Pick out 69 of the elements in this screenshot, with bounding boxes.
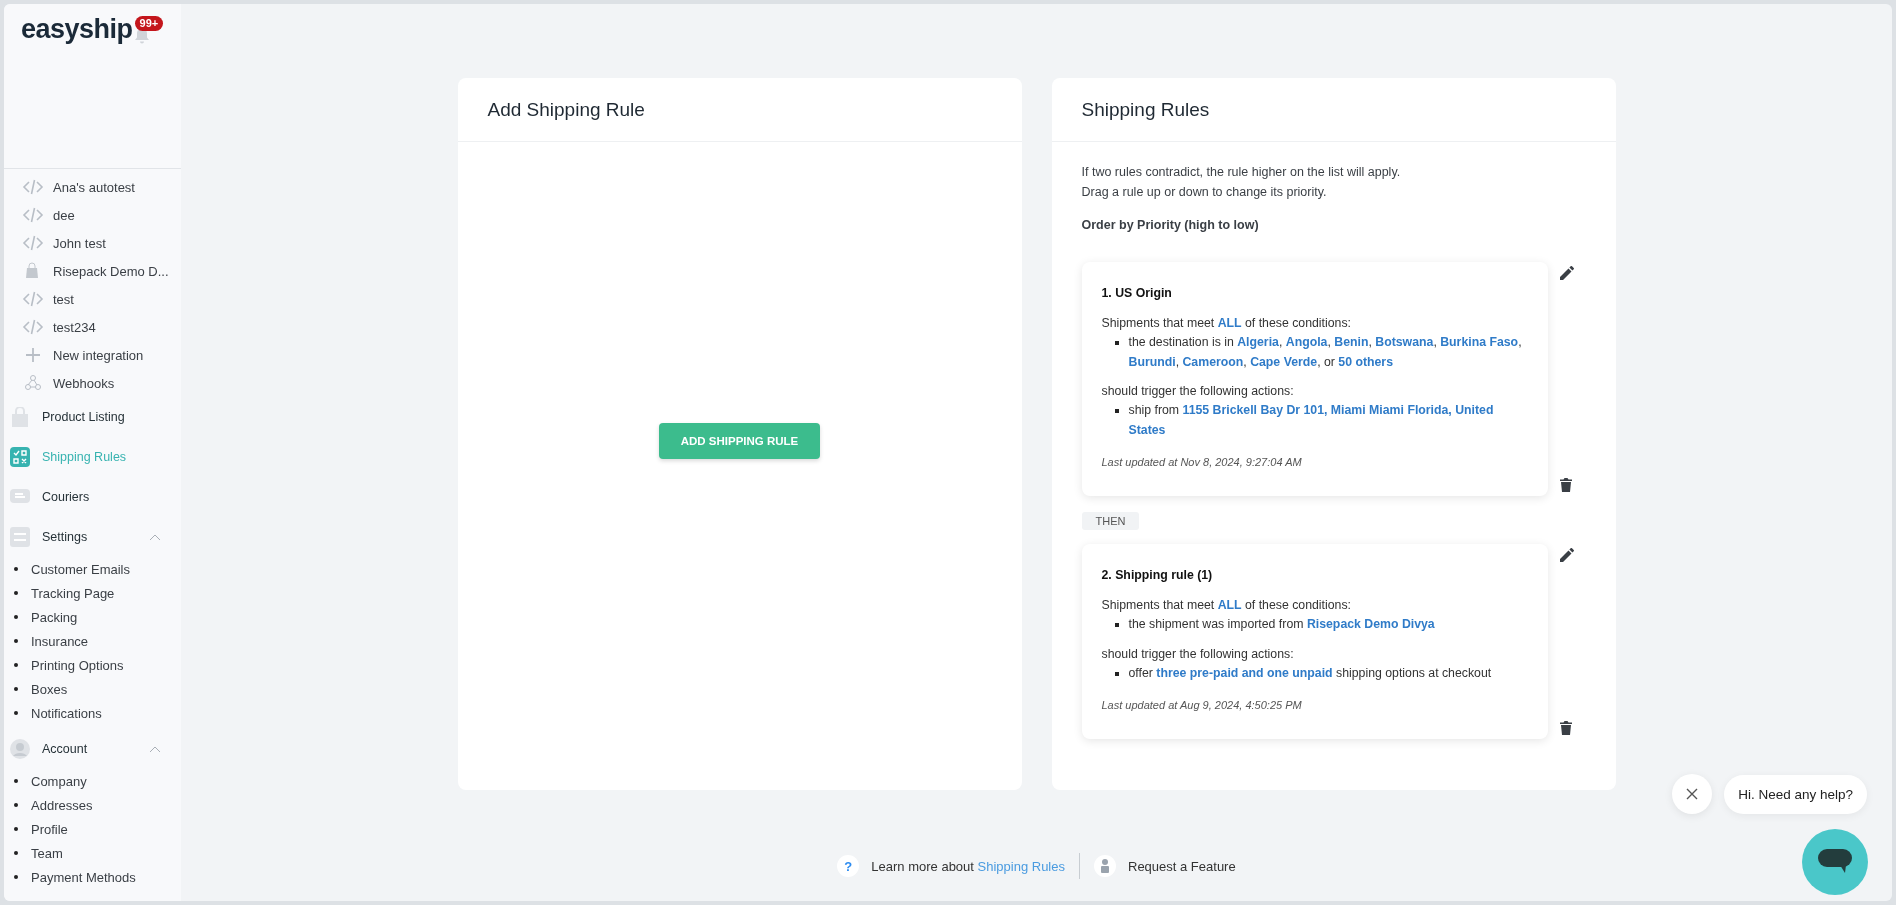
edit-button[interactable]: [1557, 546, 1576, 564]
help-text: Learn more about Shipping Rules: [871, 858, 1065, 874]
submenu-item[interactable]: Tracking Page: [31, 585, 115, 601]
submenu-item[interactable]: Insurance: [31, 633, 89, 649]
rule-card[interactable]: [1081, 262, 1548, 496]
integration-item[interactable]: test: [4, 285, 181, 313]
person-icon: [1094, 855, 1116, 877]
section-label: Order by Priority (high to low): [1081, 218, 1260, 232]
nav-item[interactable]: Settings: [4, 517, 181, 557]
submenu-item[interactable]: Payment Methods: [31, 869, 136, 885]
nav-item[interactable]: Product Listing: [4, 397, 181, 437]
submenu-item[interactable]: Packing: [31, 609, 78, 625]
submenu-item[interactable]: Printing Options: [31, 657, 124, 673]
avatar-icon: [10, 739, 30, 759]
rule-text: ship from 1155 Brickell Bay Dr 101, Miami Miami Florida, United States: [1128, 402, 1495, 439]
integration-item[interactable]: Webhooks: [4, 369, 181, 397]
rule-text: Shipments that meet ALL of these conditions:: [1101, 597, 1352, 614]
integration-item[interactable]: Risepack Demo D...: [4, 257, 181, 285]
panel-title: Add Shipping Rule: [457, 78, 1022, 142]
code-icon: [22, 178, 44, 196]
code-icon: [22, 234, 44, 252]
shopping-bag-icon: [10, 407, 30, 427]
submenu-item[interactable]: Customer Emails: [31, 561, 130, 577]
integration-item[interactable]: New integration: [4, 341, 181, 369]
rule-text: should trigger the following actions:: [1101, 645, 1295, 663]
request-feature-link[interactable]: Request a Feature: [1128, 858, 1236, 874]
webhook-icon: [22, 374, 44, 392]
description-text: If two rules contradict, the rule higher on the list will apply.: [1081, 164, 1402, 181]
chevron-icon: [149, 533, 161, 541]
integration-item[interactable]: John test: [4, 229, 181, 257]
nav-item[interactable]: Account: [4, 729, 181, 769]
notification-badge: 99+: [134, 16, 164, 31]
chevron-icon: [149, 745, 161, 753]
timestamp: Last updated at Aug 9, 2024, 4:50:25 PM: [1101, 699, 1303, 711]
submenu-item[interactable]: Notifications: [31, 705, 102, 721]
rule-title: 1. US Origin: [1101, 286, 1173, 300]
integration-item[interactable]: Ana's autotest: [4, 173, 181, 201]
rule-text: Shipments that meet ALL of these conditions:: [1101, 315, 1352, 332]
trash-icon: [1559, 478, 1572, 492]
submenu-item[interactable]: Company: [31, 773, 87, 789]
rule-card[interactable]: [1081, 544, 1548, 739]
rule-text: should trigger the following actions:: [1101, 383, 1295, 400]
trash-icon: [1559, 721, 1572, 735]
rule-text: offer three pre-paid and one unpaid shipping options at checkout: [1128, 664, 1492, 682]
integration-item[interactable]: dee: [4, 201, 181, 229]
pencil-icon: [1559, 266, 1574, 280]
then-tag: THEN: [1081, 512, 1140, 530]
submenu-item[interactable]: Boxes: [31, 681, 68, 697]
help-icon: ?: [837, 855, 860, 877]
code-icon: [22, 290, 44, 308]
rule-title: 2. Shipping rule (1): [1101, 568, 1214, 582]
submenu-item[interactable]: Team: [31, 845, 63, 861]
rule-text: the destination is in Algeria, Angola, Benin, Botswana, Burkina Faso, Burundi, Cameroon, Cape Verde, or 50 others: [1128, 334, 1523, 371]
pencil-icon: [1559, 548, 1574, 562]
logo[interactable]: easyship: [21, 14, 133, 44]
submenu-item[interactable]: Profile: [31, 821, 68, 837]
code-icon: [22, 318, 44, 336]
edit-button[interactable]: [1557, 264, 1576, 282]
close-icon: [1686, 788, 1699, 800]
integration-item[interactable]: test234: [4, 313, 181, 341]
submenu-item[interactable]: Addresses: [31, 797, 93, 813]
panel-title: Shipping Rules: [1051, 78, 1616, 142]
timestamp: Last updated at Nov 8, 2024, 9:27:04 AM: [1101, 456, 1303, 468]
rules-icon: [10, 447, 30, 467]
chat-message: Hi. Need any help?: [1724, 774, 1867, 814]
nav-item[interactable]: Couriers: [4, 477, 181, 517]
code-icon: [22, 206, 44, 224]
description-text: Drag a rule up or down to change its priority.: [1081, 184, 1328, 201]
rule-text: the shipment was imported from Risepack Demo Divya: [1128, 616, 1435, 633]
